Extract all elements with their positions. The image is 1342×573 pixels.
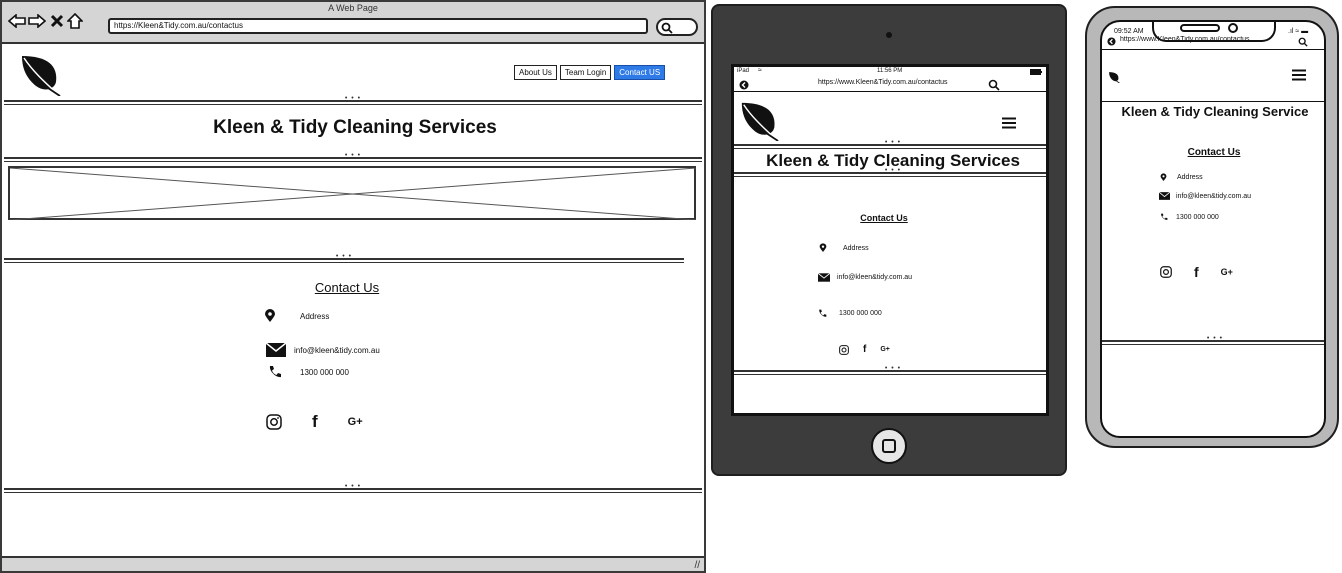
phone-icon bbox=[269, 366, 281, 378]
email-link[interactable]: info@kleen&tidy.com.au bbox=[837, 274, 912, 281]
hero-title: Kleen & Tidy Cleaning Services bbox=[213, 117, 497, 138]
leaf-logo-icon[interactable] bbox=[1108, 71, 1120, 83]
status-time: 09:52 AM bbox=[1114, 28, 1144, 35]
battery-icon bbox=[1030, 69, 1042, 75]
nav-contact-us[interactable]: Contact US bbox=[614, 65, 666, 80]
instagram-icon[interactable] bbox=[266, 414, 282, 430]
social-links: f G+ bbox=[1160, 264, 1233, 280]
home-icon[interactable] bbox=[66, 12, 84, 30]
hamburger-menu-icon[interactable] bbox=[1292, 69, 1306, 81]
address-row: Address bbox=[819, 243, 869, 253]
leaf-logo-icon[interactable] bbox=[18, 52, 62, 96]
search-field[interactable] bbox=[656, 18, 698, 36]
signal-wifi-battery-icon: .ıl ≈ ▬ bbox=[1288, 28, 1309, 35]
address-bar[interactable]: https://www.Kleen&Tidy.com.au/contactus bbox=[1120, 36, 1292, 43]
phone-row: 1300 000 000 bbox=[818, 309, 882, 318]
address-bar[interactable]: https://www.Kleen&Tidy.com.au/contactus bbox=[818, 79, 948, 86]
address-row: Address bbox=[264, 309, 329, 323]
instagram-icon[interactable] bbox=[839, 344, 849, 355]
envelope-icon bbox=[818, 273, 830, 282]
email-link[interactable]: info@kleen&tidy.com.au bbox=[294, 346, 380, 355]
divider-line bbox=[1102, 101, 1324, 102]
address-text: Address bbox=[1177, 174, 1203, 181]
social-links: f G+ bbox=[839, 344, 890, 355]
search-icon[interactable] bbox=[1298, 37, 1308, 47]
google-plus-icon[interactable]: G+ bbox=[348, 416, 363, 428]
desktop-browser-window: A Web Page https://Kleen&Tidy.com.au/con… bbox=[0, 0, 706, 573]
device-label: iPad bbox=[737, 68, 750, 74]
nav-team-login[interactable]: Team Login bbox=[559, 65, 612, 80]
facebook-icon[interactable]: f bbox=[1194, 264, 1199, 280]
contact-heading: Contact Us bbox=[314, 280, 380, 295]
phone-text: 1300 000 000 bbox=[1176, 213, 1219, 221]
leaf-logo-icon[interactable] bbox=[738, 99, 780, 141]
status-time: 11:56 PM bbox=[877, 68, 903, 74]
search-icon[interactable] bbox=[988, 79, 1000, 91]
back-icon[interactable] bbox=[1107, 37, 1116, 46]
camera-icon bbox=[886, 32, 892, 38]
email-row: info@kleen&tidy.com.au bbox=[266, 343, 380, 357]
email-row: info@kleen&tidy.com.au bbox=[1159, 192, 1251, 200]
phone-text: 1300 000 000 bbox=[839, 310, 882, 317]
iphone-frame: 09:52 AM .ıl ≈ ▬ https://www.Kleen&Tidy.… bbox=[1085, 6, 1339, 448]
ipad-frame: iPad ≈ 11:56 PM https://www.Kleen&Tidy.c… bbox=[711, 4, 1067, 476]
facebook-icon[interactable]: f bbox=[312, 412, 318, 432]
social-links: f G+ bbox=[266, 412, 363, 432]
phone-icon bbox=[819, 309, 827, 317]
nav-about-us[interactable]: About Us bbox=[514, 65, 557, 80]
address-row: Address bbox=[1160, 173, 1203, 182]
section-divider: • • • bbox=[4, 483, 702, 493]
google-plus-icon[interactable]: G+ bbox=[880, 346, 890, 353]
email-row: info@kleen&tidy.com.au bbox=[818, 273, 912, 282]
facebook-icon[interactable]: f bbox=[863, 344, 866, 355]
window-title: A Web Page bbox=[328, 3, 378, 13]
section-divider: • • • bbox=[734, 139, 1046, 149]
hamburger-menu-icon[interactable] bbox=[1002, 117, 1016, 129]
forward-arrow-icon[interactable] bbox=[28, 12, 46, 30]
browser-statusbar: // bbox=[2, 556, 704, 571]
back-arrow-icon[interactable] bbox=[8, 12, 26, 30]
wifi-icon: ≈ bbox=[758, 67, 762, 74]
address-text: Address bbox=[843, 244, 869, 252]
envelope-icon bbox=[1159, 192, 1170, 200]
iphone-screen: 09:52 AM .ıl ≈ ▬ https://www.Kleen&Tidy.… bbox=[1100, 20, 1326, 438]
section-divider: • • • bbox=[4, 95, 702, 105]
phone-row: 1300 000 000 bbox=[1160, 213, 1219, 221]
home-button[interactable] bbox=[871, 428, 907, 464]
email-link[interactable]: info@kleen&tidy.com.au bbox=[1176, 193, 1251, 200]
close-icon[interactable] bbox=[48, 12, 66, 30]
address-bar[interactable]: https://Kleen&Tidy.com.au/contactus bbox=[108, 18, 648, 34]
divider-line bbox=[734, 91, 1046, 92]
section-divider: • • • bbox=[734, 365, 1046, 375]
section-divider: • • • bbox=[4, 253, 684, 263]
image-placeholder bbox=[8, 166, 696, 220]
back-icon[interactable] bbox=[739, 80, 749, 90]
phone-icon bbox=[1161, 213, 1168, 220]
address-text: Address bbox=[300, 311, 330, 321]
resize-grip-icon[interactable]: // bbox=[694, 560, 700, 571]
section-divider: • • • bbox=[734, 167, 1046, 177]
map-pin-icon bbox=[1160, 173, 1167, 181]
contact-heading: Contact Us bbox=[1187, 147, 1241, 158]
instagram-icon[interactable] bbox=[1160, 266, 1172, 278]
browser-titlebar: A Web Page https://Kleen&Tidy.com.au/con… bbox=[2, 2, 704, 44]
hero-title: Kleen & Tidy Cleaning Service bbox=[1121, 104, 1309, 119]
phone-row: 1300 000 000 bbox=[268, 365, 349, 379]
top-nav: About Us Team Login Contact US bbox=[514, 65, 666, 80]
search-icon bbox=[661, 22, 673, 34]
contact-heading: Contact Us bbox=[860, 213, 908, 223]
google-plus-icon[interactable]: G+ bbox=[1221, 267, 1233, 277]
ipad-screen: iPad ≈ 11:56 PM https://www.Kleen&Tidy.c… bbox=[731, 64, 1049, 416]
envelope-icon bbox=[266, 343, 286, 357]
section-divider: • • • bbox=[1102, 335, 1324, 345]
map-pin-icon bbox=[265, 309, 275, 322]
phone-text: 1300 000 000 bbox=[300, 367, 349, 377]
map-pin-icon bbox=[819, 243, 827, 252]
ipad-status-bar: iPad ≈ 11:56 PM bbox=[734, 67, 1046, 77]
divider-line bbox=[1102, 49, 1324, 50]
section-divider: • • • bbox=[4, 152, 702, 162]
